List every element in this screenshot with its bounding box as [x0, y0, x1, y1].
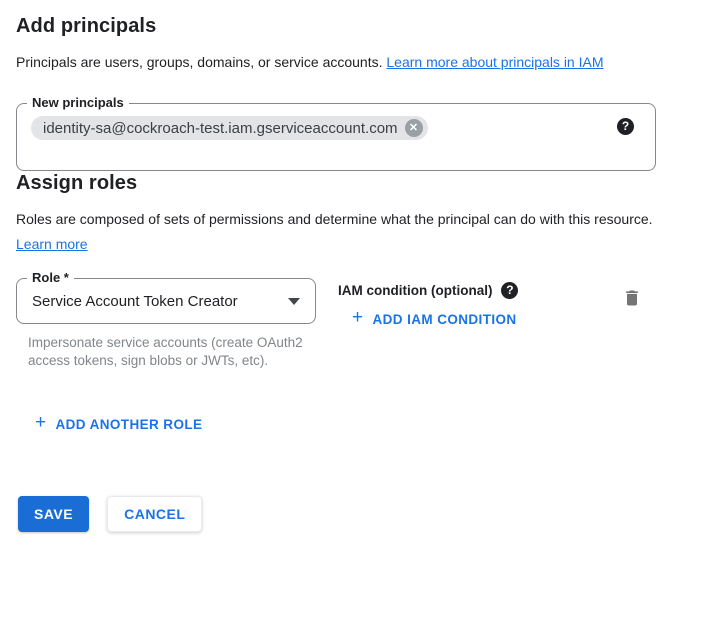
- cancel-button[interactable]: CANCEL: [107, 496, 202, 532]
- role-helper-text: Impersonate service accounts (create OAu…: [28, 334, 310, 370]
- footer-actions: SAVE CANCEL: [18, 496, 661, 532]
- role-select-label: Role *: [27, 270, 74, 285]
- role-select-value: Service Account Token Creator: [32, 293, 238, 310]
- iam-condition-label: IAM condition (optional): [338, 283, 492, 298]
- add-iam-condition-button[interactable]: + ADD IAM CONDITION: [352, 311, 517, 327]
- role-select[interactable]: Role * Service Account Token Creator: [16, 278, 316, 324]
- plus-icon: +: [35, 415, 47, 431]
- delete-icon: [622, 288, 642, 308]
- new-principals-field[interactable]: New principals identity-sa@cockroach-tes…: [16, 103, 656, 171]
- save-button[interactable]: SAVE: [18, 496, 89, 532]
- plus-icon: +: [352, 310, 364, 326]
- add-another-role-row: + ADD ANOTHER ROLE: [35, 416, 661, 434]
- add-another-role-button[interactable]: + ADD ANOTHER ROLE: [35, 416, 202, 432]
- principals-description-text: Principals are users, groups, domains, o…: [16, 54, 383, 70]
- principal-chip-value: identity-sa@cockroach-test.iam.gservicea…: [43, 120, 398, 137]
- learn-more-roles-link[interactable]: Learn more: [16, 236, 88, 252]
- roles-description: Roles are composed of sets of permission…: [16, 207, 661, 257]
- add-principals-title: Add principals: [16, 14, 661, 38]
- dropdown-arrow-icon: [288, 298, 300, 305]
- principals-description: Principals are users, groups, domains, o…: [16, 50, 661, 75]
- principals-help-icon[interactable]: ?: [617, 118, 634, 135]
- roles-description-text: Roles are composed of sets of permission…: [16, 211, 653, 227]
- iam-condition-header: IAM condition (optional) ?: [338, 282, 518, 299]
- add-another-role-label: ADD ANOTHER ROLE: [56, 417, 203, 432]
- iam-condition-column: IAM condition (optional) ? + ADD IAM CON…: [338, 278, 518, 329]
- chip-close-icon[interactable]: ✕: [405, 119, 423, 137]
- delete-role-button[interactable]: [622, 288, 642, 311]
- new-principals-label: New principals: [27, 95, 129, 110]
- learn-more-principals-link[interactable]: Learn more about principals in IAM: [386, 54, 603, 70]
- principal-chip: identity-sa@cockroach-test.iam.gservicea…: [31, 116, 428, 140]
- iam-condition-help-icon[interactable]: ?: [501, 282, 518, 299]
- role-row: Role * Service Account Token Creator Imp…: [16, 278, 661, 370]
- add-principals-panel: Add principals Principals are users, gro…: [0, 0, 713, 532]
- assign-roles-title: Assign roles: [16, 171, 661, 195]
- add-iam-condition-label: ADD IAM CONDITION: [373, 312, 517, 327]
- delete-role-column: [622, 288, 642, 313]
- role-column: Role * Service Account Token Creator Imp…: [16, 278, 316, 370]
